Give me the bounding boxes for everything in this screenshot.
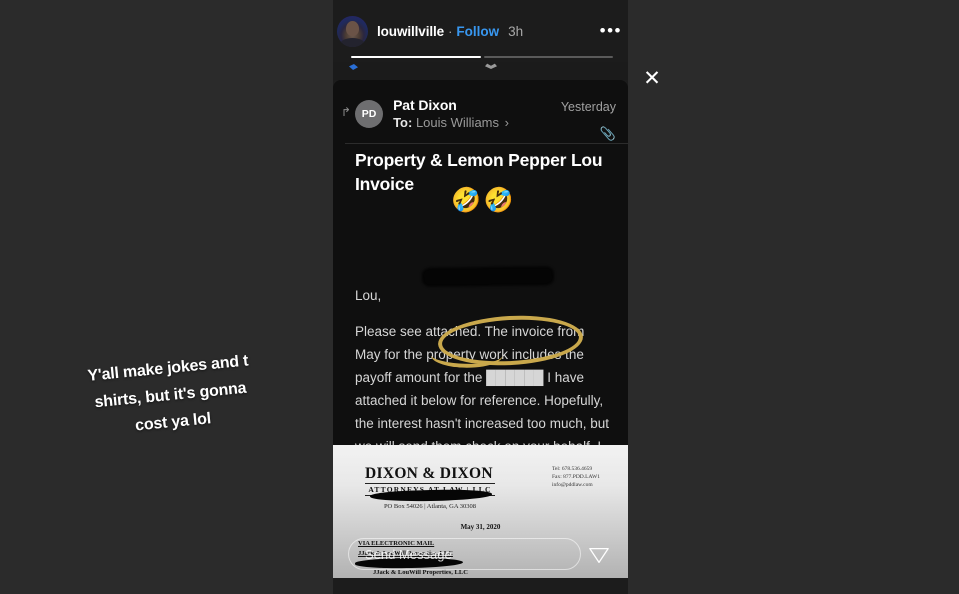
email-body-text: Please see attached. The invoice from Ma…: [355, 324, 609, 445]
follow-button[interactable]: Follow: [456, 24, 499, 39]
story-progress-bar: [351, 56, 613, 58]
close-icon[interactable]: ✕: [641, 68, 663, 90]
document-firm-address: PO Box 54026 | Atlanta, GA 30308: [383, 503, 477, 510]
clipped-blue-icon: [349, 64, 358, 70]
send-icon[interactable]: [588, 544, 610, 566]
send-message-input[interactable]: Send Message: [348, 538, 581, 570]
send-message-placeholder: Send Message: [365, 546, 452, 562]
clipped-gray-icon: [485, 63, 497, 69]
username-label[interactable]: louwillville: [377, 24, 444, 39]
document-contact-info: Tel: 678.536.4659 Fax: 877.PDD.LAW1 info…: [552, 466, 600, 488]
forward-arrow-icon: ↱: [341, 105, 352, 119]
email-sender-row: ↱ PD Pat Dixon To: Louis Williams › Yest…: [333, 94, 628, 141]
email-screenshot-card: ↱ PD Pat Dixon To: Louis Williams › Yest…: [333, 80, 628, 445]
story-caption-text: Y'all make jokes and t shirts, but it's …: [86, 352, 249, 435]
laughing-emoji: 🤣🤣: [451, 187, 517, 214]
story-header: louwillville · Follow 3h •••: [333, 13, 628, 49]
clipped-ui-strip: [333, 62, 628, 80]
email-meta: Yesterday 📎: [561, 98, 616, 142]
recipient-name: Louis Williams: [415, 115, 500, 130]
document-client-name-2: JJack & LouWill Properties, LLC: [373, 569, 468, 576]
email-greeting: Lou,: [355, 288, 382, 303]
story-timestamp: 3h: [508, 23, 524, 39]
email-date: Yesterday: [560, 100, 616, 114]
recipient-label: To:: [393, 115, 413, 130]
sender-name: Pat Dixon: [393, 97, 457, 113]
separator-dot: ·: [448, 23, 453, 39]
progress-segment-1[interactable]: [351, 56, 481, 58]
document-date: May 31, 2020: [460, 523, 501, 531]
document-firm-name: DIXON & DIXON: [365, 465, 493, 482]
divider: [345, 143, 628, 144]
redaction-mark-body: [423, 268, 553, 285]
sender-text-block: Pat Dixon To: Louis Williams ›: [393, 97, 509, 130]
progress-segment-2[interactable]: [483, 56, 613, 58]
chevron-right-icon: ›: [504, 115, 509, 130]
recipient-line[interactable]: To: Louis Williams ›: [393, 115, 509, 130]
more-options-button[interactable]: •••: [600, 22, 624, 39]
sender-avatar: PD: [355, 100, 384, 128]
avatar[interactable]: [337, 15, 368, 47]
paperclip-icon[interactable]: 📎: [561, 126, 616, 142]
